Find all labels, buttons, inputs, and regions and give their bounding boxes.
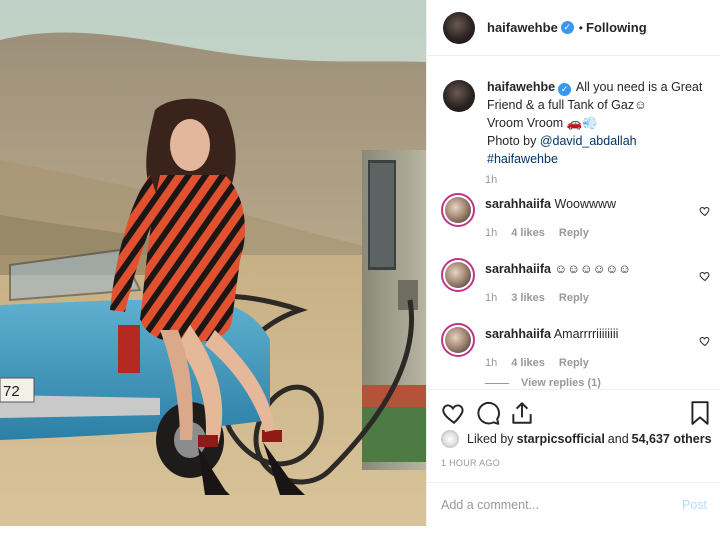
commenter-avatar[interactable] (441, 258, 475, 292)
likes-middle: and (607, 432, 629, 446)
comment-text: ☺☺☺☺☺☺ (554, 262, 632, 276)
liker-avatar[interactable] (441, 430, 459, 448)
post-caption: haifawehbe ✓ All you need is a Great Frie… (443, 78, 713, 168)
comment-line: sarahhaiifa ☺☺☺☺☺☺ (485, 262, 631, 276)
comment-item: sarahhaiifa Amarrrriiiiiiii 1h 4 likes R… (441, 323, 711, 381)
verified-badge-icon: ✓ (558, 83, 572, 96)
action-bar (427, 389, 720, 433)
caption-emoji-car: 🚗💨 (566, 116, 598, 130)
author-username[interactable]: haifawehbe (487, 20, 558, 35)
comment-likes[interactable]: 4 likes (511, 227, 545, 239)
comment-text: Woowwww (554, 197, 617, 211)
caption-timestamp[interactable]: 1h (485, 174, 497, 186)
comment-text: Amarrrriiiiiiii (553, 327, 619, 341)
post-photo[interactable]: 72 (0, 0, 426, 526)
hashtag-link[interactable]: #haifawehbe (487, 152, 558, 166)
comment-time[interactable]: 1h (485, 227, 497, 239)
comment-item: sarahhaiifa ☺☺☺☺☺☺ 1h 3 likes Reply (441, 258, 711, 316)
comment-line: sarahhaiifa Woowwww (485, 197, 616, 211)
comment-reply-button[interactable]: Reply (559, 227, 589, 239)
bookmark-icon[interactable] (687, 400, 713, 426)
comment-like-heart-icon[interactable] (699, 205, 711, 217)
view-replies-dash (485, 382, 509, 384)
comment-icon[interactable] (475, 400, 501, 426)
comment-time[interactable]: 1h (485, 292, 497, 304)
instagram-post-modal: 72 haifawehbe ✓ • Following haifawehbe ✓… (0, 0, 720, 544)
comment-like-heart-icon[interactable] (699, 335, 711, 347)
comment-item: sarahhaiifa Woowwww 1h 4 likes Reply (441, 193, 711, 251)
caption-avatar[interactable] (443, 80, 475, 112)
comment-meta: 1h 4 likes Reply (485, 227, 589, 239)
add-comment-input[interactable]: Add a comment... (441, 498, 682, 512)
photo-credit-link[interactable]: @david_abdallah (540, 134, 637, 148)
commenter-avatar[interactable] (441, 323, 475, 357)
post-comment-button[interactable]: Post (682, 498, 707, 512)
liker-username[interactable]: starpicsofficial (517, 432, 605, 446)
car-plate-text: 72 (3, 383, 20, 400)
comment-time[interactable]: 1h (485, 357, 497, 369)
commenter-username[interactable]: sarahhaiifa (485, 262, 551, 276)
comment-likes[interactable]: 4 likes (511, 357, 545, 369)
verified-badge-icon: ✓ (560, 21, 574, 34)
likes-summary: Liked by starpicsofficial and 54,637 oth… (441, 430, 712, 448)
header-separator: • (578, 20, 583, 35)
commenter-username[interactable]: sarahhaiifa (485, 327, 551, 341)
post-header: haifawehbe ✓ • Following (427, 0, 720, 56)
caption-username[interactable]: haifawehbe (487, 80, 555, 94)
post-timestamp[interactable]: 1 HOUR AGO (441, 458, 500, 468)
bottom-strip (0, 526, 720, 544)
following-button[interactable]: Following (586, 20, 647, 35)
caption-line2: Vroom Vroom (487, 116, 567, 130)
comment-likes[interactable]: 3 likes (511, 292, 545, 304)
likes-prefix: Liked by (467, 432, 514, 446)
author-avatar[interactable] (443, 11, 475, 44)
comment-reply-button[interactable]: Reply (559, 292, 589, 304)
comment-line: sarahhaiifa Amarrrriiiiiiii (485, 327, 618, 341)
photo-illustration: 72 (0, 0, 426, 526)
view-replies-text: View replies (1) (521, 377, 601, 389)
photo-credit-prefix: Photo by (487, 134, 540, 148)
comment-reply-button[interactable]: Reply (559, 357, 589, 369)
comment-like-heart-icon[interactable] (699, 270, 711, 282)
commenter-avatar[interactable] (441, 193, 475, 227)
commenter-username[interactable]: sarahhaiifa (485, 197, 551, 211)
heart-icon[interactable] (441, 400, 467, 426)
add-comment-bar: Add a comment... Post (427, 482, 720, 526)
caption-emoji-smile: ☺ (634, 98, 647, 112)
caption-text: haifawehbe ✓ All you need is a Great Frie… (487, 78, 713, 168)
post-details-panel: haifawehbe ✓ • Following haifawehbe ✓ All… (426, 0, 720, 526)
comment-meta: 1h 3 likes Reply (485, 292, 589, 304)
view-replies-link[interactable]: View replies (1) (485, 377, 601, 389)
likes-count[interactable]: 54,637 others (632, 432, 712, 446)
comment-meta: 1h 4 likes Reply (485, 357, 589, 369)
share-icon[interactable] (509, 400, 535, 426)
